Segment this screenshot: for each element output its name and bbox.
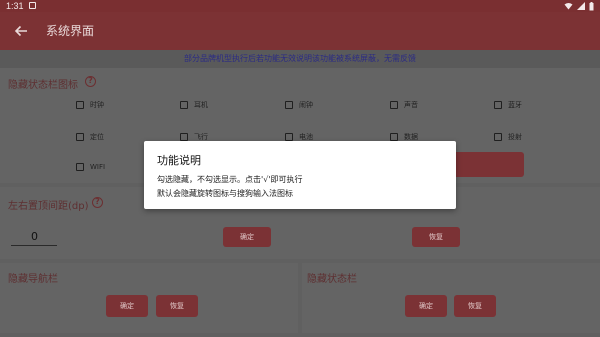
- checkbox-label: 闹钟: [299, 101, 313, 109]
- section-title: 左右置顶间距(dp): [8, 201, 89, 212]
- checkbox-box[interactable]: [76, 133, 84, 141]
- info-dialog[interactable]: 功能说明 勾选隐藏，不勾选显示。点击'√'即可执行 默认会隐藏旋转图标与搜狗输入…: [144, 141, 456, 209]
- dialog-text-line-1: 勾选隐藏，不勾选显示。点击'√'即可执行: [157, 175, 303, 184]
- checkbox-label: 时钟: [90, 101, 104, 109]
- clock-text: 1:31: [6, 1, 24, 11]
- input-underline: [11, 245, 57, 246]
- confirm-button[interactable]: 确定: [106, 295, 148, 317]
- checkbox-headset[interactable]: 耳机: [180, 100, 208, 110]
- margin-input[interactable]: 0: [31, 230, 38, 243]
- checkbox-bluetooth[interactable]: 蓝牙: [494, 100, 522, 110]
- checkbox-label: 耳机: [194, 101, 208, 109]
- status-icons: [564, 0, 594, 12]
- app-bar: 系统界面: [0, 12, 600, 50]
- checkbox-box[interactable]: [494, 101, 502, 109]
- section-title: 隐藏状态栏: [307, 274, 357, 285]
- restore-button[interactable]: 恢复: [156, 295, 198, 317]
- section-title: 隐藏导航栏: [8, 274, 58, 285]
- checkbox-box[interactable]: [180, 133, 188, 141]
- notice-banner: 部分品牌机型执行后若功能无效说明该功能被系统屏蔽，无需反馈: [0, 50, 600, 68]
- restore-button[interactable]: 恢复: [412, 227, 460, 247]
- dialog-title: 功能说明: [157, 154, 201, 167]
- hide-nav-bar-card: 隐藏导航栏 确定 恢复: [0, 263, 298, 333]
- restore-button[interactable]: 恢复: [454, 295, 496, 317]
- checkbox-box[interactable]: [494, 133, 502, 141]
- checkbox-location[interactable]: 定位: [76, 132, 104, 142]
- system-status-bar: 1:31: [0, 0, 600, 12]
- help-icon[interactable]: ?: [85, 76, 96, 87]
- checkbox-box[interactable]: [76, 163, 84, 171]
- checkbox-label: WIFI: [90, 163, 106, 171]
- checkbox-label: 投射: [508, 133, 522, 141]
- page-title: 系统界面: [46, 24, 95, 38]
- checkbox-cast[interactable]: 投射: [494, 132, 522, 142]
- checkbox-sound[interactable]: 声音: [390, 100, 418, 110]
- checkbox-label: 声音: [404, 101, 418, 109]
- signal-icon: [577, 2, 585, 10]
- checkbox-box[interactable]: [180, 101, 188, 109]
- dialog-text-line-2: 默认会隐藏旋转图标与搜狗输入法图标: [157, 189, 293, 198]
- checkbox-label: 定位: [90, 133, 104, 141]
- confirm-button[interactable]: 确定: [405, 295, 447, 317]
- hide-status-bar-card: 隐藏状态栏 确定 恢复: [302, 263, 600, 333]
- notification-icon: [29, 2, 36, 9]
- battery-icon: [589, 1, 594, 10]
- checkbox-label: 蓝牙: [508, 101, 522, 109]
- checkbox-box[interactable]: [285, 101, 293, 109]
- wifi-icon: [564, 3, 573, 10]
- checkbox-box[interactable]: [390, 133, 398, 141]
- checkbox-wifi[interactable]: WIFI: [76, 163, 105, 171]
- checkbox-box[interactable]: [390, 101, 398, 109]
- section-title: 隐藏状态栏图标: [8, 80, 78, 91]
- confirm-button[interactable]: 确定: [223, 227, 271, 247]
- checkbox-clock[interactable]: 时钟: [76, 100, 104, 110]
- checkbox-box[interactable]: [76, 101, 84, 109]
- back-arrow-icon[interactable]: [12, 22, 30, 40]
- checkbox-box[interactable]: [285, 133, 293, 141]
- checkbox-alarm[interactable]: 闹钟: [285, 100, 313, 110]
- help-icon[interactable]: ?: [92, 197, 103, 208]
